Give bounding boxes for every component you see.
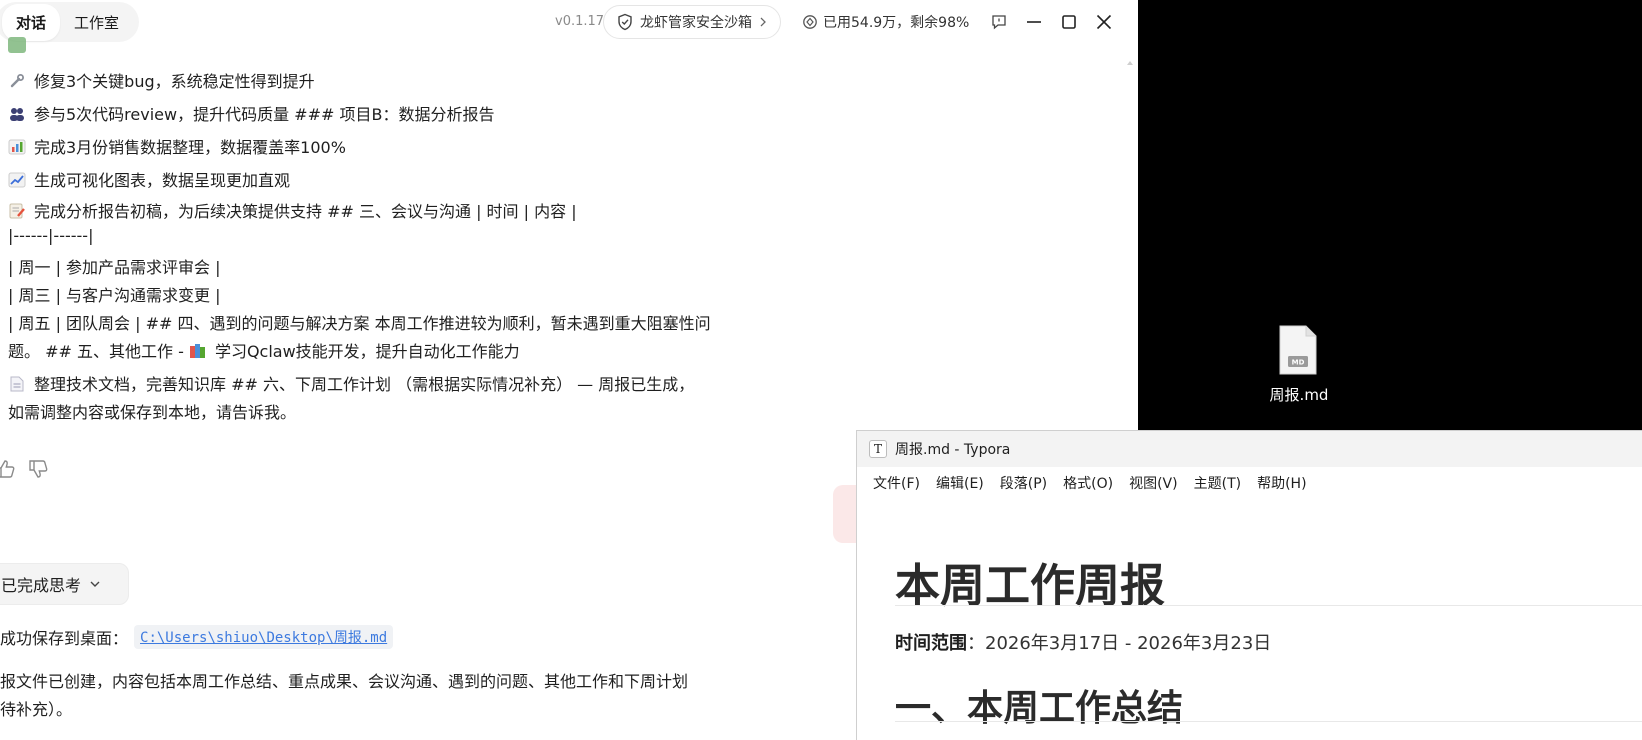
bar-chart-icon [8,139,26,155]
saved-path-link[interactable]: C:\Users\shiuo\Desktop\周报.md [134,625,394,649]
thumbs-up-icon [0,460,15,478]
chevron-right-icon [760,17,766,27]
scroll-up-icon [1127,61,1133,65]
checkmark-icon [8,37,26,53]
message-line: 题。 ## 五、其他工作 - 学习Qclaw技能开发，提升自动化工作能力 [8,342,520,361]
comment-icon [992,15,1006,30]
people-icon [10,108,24,121]
shield-check-icon [618,13,632,31]
maximize-button[interactable] [1056,9,1082,35]
time-range-label: 时间范围 [895,633,967,654]
memo-icon [9,203,25,219]
typora-menubar: 文件(F) 编辑(E) 段落(P) 格式(O) 视图(V) 主题(T) 帮助(H… [857,467,1642,499]
message-line: 生成可视化图表，数据呈现更加直观 [8,167,290,191]
menu-format[interactable]: 格式(O) [1055,473,1121,493]
usage-indicator[interactable]: 已用54.9万，剩余98% [802,12,969,32]
message-line: 参与5次代码review，提升代码质量 ### 项目B：数据分析报告 [8,101,494,125]
heading-divider [895,721,1642,722]
time-range-value: ：2026年3月17日 - 2026年3月23日 [967,633,1272,654]
message-line: 修复3个关键bug，系统稳定性得到提升 [8,68,315,92]
thumbs-up-button[interactable] [0,458,16,480]
message-line: |------|------| [8,226,94,245]
markdown-file-icon[interactable]: MD [1278,324,1318,376]
saved-confirmation: 成功保存到桌面： C:\Users\shiuo\Desktop\周报.md [0,625,394,649]
chevron-down-icon [90,581,100,587]
saved-prefix: 成功保存到桌面： [0,629,129,648]
typora-titlebar[interactable]: T 周报.md - Typora [857,431,1642,467]
thinking-toggle[interactable]: 已完成思考 [0,563,129,605]
maximize-icon [1062,15,1076,29]
menu-view[interactable]: 视图(V) [1121,473,1186,493]
message-line: | 周一 | 参加产品需求评审会 | [8,258,221,277]
close-button[interactable] [1091,9,1117,35]
feedback-button[interactable] [986,9,1012,35]
time-range-paragraph[interactable]: 时间范围：2026年3月17日 - 2026年3月23日 [895,629,1271,655]
books-icon [189,344,205,358]
trend-up-icon [8,172,26,188]
sandbox-label: 龙虾管家安全沙箱 [640,15,752,31]
wrench-icon [10,74,24,88]
quota-icon [803,15,817,29]
menu-theme[interactable]: 主题(T) [1186,473,1249,493]
document-icon [10,376,24,392]
document-heading-2[interactable]: 一、本周工作总结 [895,679,1183,731]
typora-title: 周报.md - Typora [895,442,1011,458]
message-line: 整理技术文档，完善知识库 ## 六、下周工作计划 （需根据实际情况补充） — 周… [8,371,694,395]
message-line: | 周三 | 与客户沟通需求变更 | [8,286,221,305]
usage-text: 已用54.9万，剩余98% [823,15,970,31]
close-icon [1096,14,1112,30]
svg-text:MD: MD [1292,359,1305,367]
sandbox-button[interactable]: 龙虾管家安全沙箱 [603,5,781,39]
thumbs-down-button[interactable] [27,458,49,480]
desktop-background [1138,0,1642,430]
minimize-button[interactable] [1021,9,1047,35]
thumbs-down-icon [29,460,48,478]
thinking-label: 已完成思考 [1,576,82,595]
message-line: | 周五 | 团队周会 | ## 四、遇到的问题与解决方案 本周工作推进较为顺利… [8,314,711,333]
desktop-file-label[interactable]: 周报.md [1264,384,1334,405]
summary-line: 待补充）。 [0,700,73,719]
chat-topbar: 对话 工作室 v0.1.17 龙虾管家安全沙箱 已用54.9万，剩余98% [0,0,1138,44]
tab-chat[interactable]: 对话 [2,3,61,41]
tab-studio[interactable]: 工作室 [60,4,133,41]
version-label: v0.1.17 [555,14,605,29]
menu-help[interactable]: 帮助(H) [1249,473,1314,493]
typora-logo-icon: T [869,440,887,458]
heading-divider [895,605,1642,606]
message-line: 如需调整内容或保存到本地，请告诉我。 [8,403,297,422]
menu-edit[interactable]: 编辑(E) [928,473,992,493]
scrollbar-arrow[interactable] [1126,52,1134,65]
minimize-icon [1027,21,1041,23]
menu-file[interactable]: 文件(F) [865,473,928,493]
message-line: 完成分析报告初稿，为后续决策提供支持 ## 三、会议与沟通 | 时间 | 内容 … [8,198,577,222]
cut-off-line [8,36,34,55]
typora-window: T 周报.md - Typora 文件(F) 编辑(E) 段落(P) 格式(O)… [856,430,1642,740]
menu-paragraph[interactable]: 段落(P) [992,473,1055,493]
message-line: 完成3月份销售数据整理，数据覆盖率100% [8,134,346,158]
summary-line: 报文件已创建，内容包括本周工作总结、重点成果、会议沟通、遇到的问题、其他工作和下… [0,672,689,691]
